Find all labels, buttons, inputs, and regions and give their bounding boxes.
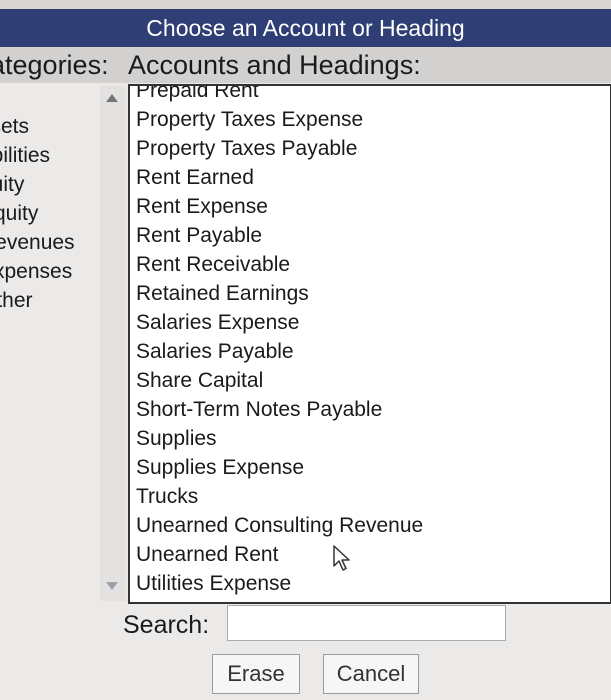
dialog-title: Choose an Account or Heading [0, 9, 611, 47]
account-item[interactable]: Rent Payable [136, 221, 423, 250]
cancel-button[interactable]: Cancel [323, 654, 419, 694]
top-strip [0, 0, 611, 9]
account-item[interactable]: Salaries Expense [136, 308, 423, 337]
search-label: Search: [123, 611, 210, 639]
search-input[interactable] [227, 605, 506, 641]
column-headers: ategories: Accounts and Headings: [0, 47, 611, 83]
account-item[interactable]: Short-Term Notes Payable [136, 395, 423, 424]
account-item[interactable]: Prepaid Rent [136, 86, 423, 105]
category-item-liabilities[interactable]: abilities [0, 141, 75, 170]
accounts-header: Accounts and Headings: [128, 50, 421, 80]
accounts-listbox[interactable]: Prepaid Rent Property Taxes Expense Prop… [128, 84, 611, 604]
category-item-revenues[interactable]: Revenues [0, 228, 75, 257]
account-item[interactable]: Rent Expense [136, 192, 423, 221]
account-item[interactable]: Unearned Rent [136, 540, 423, 569]
accounts-scrollbar[interactable] [100, 86, 126, 601]
category-item-assets[interactable]: ssets [0, 112, 75, 141]
account-item[interactable]: Property Taxes Expense [136, 105, 423, 134]
account-item[interactable]: Rent Receivable [136, 250, 423, 279]
category-item-expenses[interactable]: Expenses [0, 257, 75, 286]
account-item[interactable]: Supplies Expense [136, 453, 423, 482]
account-item[interactable]: Retained Earnings [136, 279, 423, 308]
account-item[interactable]: Unearned Consulting Revenue [136, 511, 423, 540]
category-item-other[interactable]: Other [0, 286, 75, 315]
account-item[interactable]: Rent Earned [136, 163, 423, 192]
account-item[interactable]: Supplies [136, 424, 423, 453]
category-item-equity-partial[interactable]: quity [0, 170, 75, 199]
account-item[interactable]: Trucks [136, 482, 423, 511]
categories-header: ategories: [0, 50, 109, 80]
account-item[interactable]: Utilities Expense [136, 569, 423, 598]
accounts-list: Prepaid Rent Property Taxes Expense Prop… [136, 86, 423, 598]
account-item[interactable]: Salaries Payable [136, 337, 423, 366]
mouse-pointer-icon [333, 545, 350, 571]
scroll-up-arrow-icon[interactable] [106, 94, 118, 102]
account-item[interactable]: Share Capital [136, 366, 423, 395]
account-item[interactable]: Property Taxes Payable [136, 134, 423, 163]
category-item-equity[interactable]: Equity [0, 199, 75, 228]
erase-button[interactable]: Erase [212, 654, 300, 694]
scroll-down-arrow-icon[interactable] [106, 582, 118, 590]
categories-list: ssets abilities quity Equity Revenues Ex… [0, 112, 75, 315]
